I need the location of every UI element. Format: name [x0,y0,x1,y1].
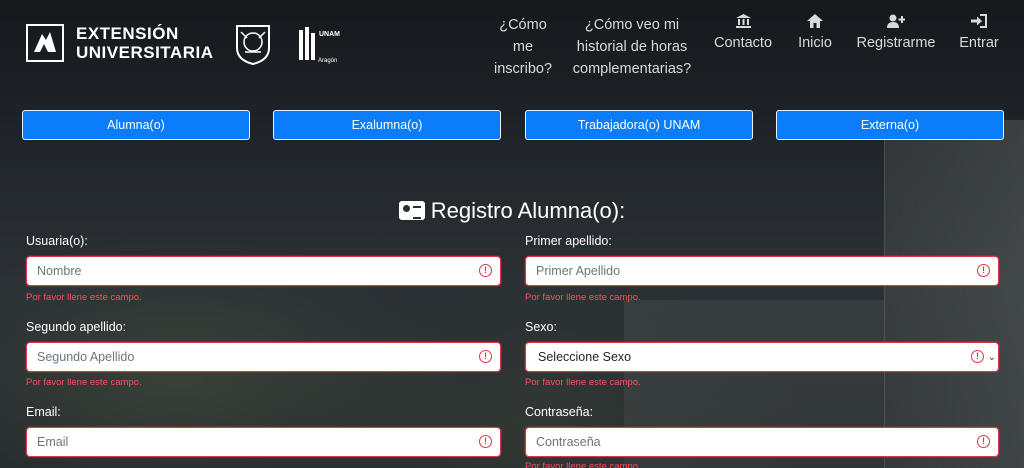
contrasena-placeholder: Contraseña [536,435,601,449]
nombre-input[interactable]: Nombre ! [26,256,501,286]
tab-externa[interactable]: Externa(o) [776,110,1004,140]
error-message: Por favor llene este campo. [26,292,142,303]
label-email: Email: [26,405,61,419]
nav-label: Entrar [959,35,999,51]
nav-label: Contacto [713,35,773,51]
nav-contacto[interactable]: Contacto [710,14,776,54]
primer-apellido-input[interactable]: Primer Apellido ! [525,256,999,286]
seal-aragon-text: Aragón [318,58,337,64]
error-icon: ! [479,264,492,277]
label-primer-apellido: Primer apellido: [525,234,612,248]
seal-unam-text: UNAM [319,31,340,38]
user-plus-icon [852,14,940,32]
extension-logo-icon[interactable] [26,24,64,62]
segundo-apellido-input[interactable]: Segundo Apellido ! [26,342,501,372]
contrasena-input[interactable]: Contraseña ! [525,427,999,457]
error-icon: ! [971,350,984,363]
error-icon: ! [479,435,492,448]
nombre-placeholder: Nombre [37,264,82,278]
brand-line2: UNIVERSITARIA [76,43,214,62]
primer-apellido-placeholder: Primer Apellido [536,264,621,278]
sexo-selected-value: Seleccione Sexo [538,350,632,364]
label-usuaria: Usuaria(o): [26,234,88,248]
error-message: Por favor llene este campo. [26,377,142,388]
error-icon: ! [977,264,990,277]
nav-registrarme[interactable]: Registrarme [852,14,940,54]
bank-icon [710,14,776,32]
email-placeholder: Email [37,435,69,449]
nav-inicio[interactable]: Inicio [790,14,840,54]
nav-entrar[interactable]: Entrar [952,14,1006,54]
brand-line1: EXTENSIÓN [76,24,179,43]
error-icon: ! [977,435,990,448]
nav-label: ¿Cómo me inscribo? [493,17,553,77]
fes-aragon-logo-icon: UNAM Aragón [295,24,343,66]
error-message: Por favor llene este campo. [525,292,641,303]
sign-in-icon [952,14,1006,32]
nav-label: Registrarme [856,35,936,51]
sexo-select[interactable]: Seleccione Sexo ! ⌄ [525,342,999,372]
tab-trabajadora-unam[interactable]: Trabajadora(o) UNAM [525,110,753,140]
nav-historial-horas[interactable]: ¿Cómo veo mi historial de horas compleme… [570,14,694,80]
label-segundo-apellido: Segundo apellido: [26,320,127,334]
header: EXTENSIÓN UNIVERSITARIA UNAM Aragón ¿Cóm… [0,0,1024,90]
error-message: Por favor llene este campo. [525,377,641,388]
tab-alumna[interactable]: Alumna(o) [22,110,250,140]
email-input[interactable]: Email ! [26,427,501,457]
id-card-icon [398,201,425,220]
nav-label: ¿Cómo veo mi historial de horas compleme… [572,17,692,77]
nav-label: Inicio [798,35,832,51]
home-icon [790,14,840,32]
nav-como-inscribo[interactable]: ¿Cómo me inscribo? [488,14,558,80]
brand-name[interactable]: EXTENSIÓN UNIVERSITARIA [76,24,213,62]
segundo-apellido-placeholder: Segundo Apellido [37,350,135,364]
form-title-text: Registro Alumna(o): [430,198,626,223]
tab-exalumna[interactable]: Exalumna(o) [273,110,501,140]
chevron-down-icon: ⌄ [987,352,996,363]
error-icon: ! [479,350,492,363]
form-title: Registro Alumna(o): [0,198,1024,224]
label-contrasena: Contraseña: [525,405,594,419]
unam-seal-icon [233,22,273,66]
error-message: Por favor llene este campo. [525,461,641,468]
label-sexo: Sexo: [525,320,557,334]
